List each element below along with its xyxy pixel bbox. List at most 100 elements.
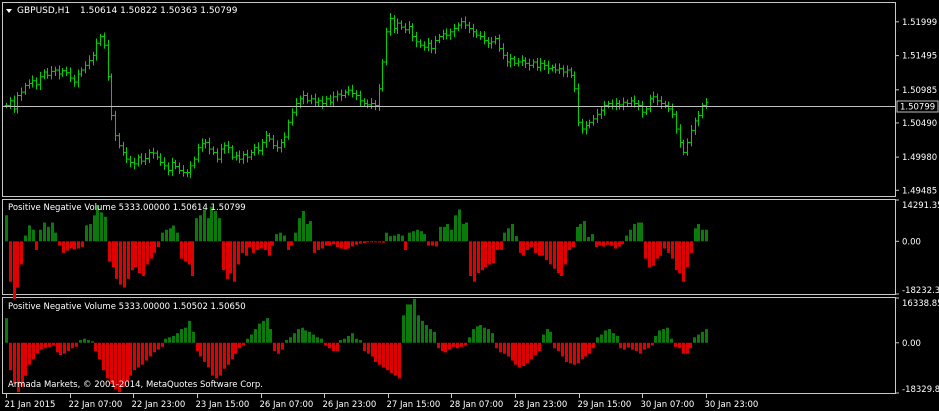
price-bar — [316, 97, 321, 107]
volume-bar — [479, 324, 482, 343]
volume-bar — [146, 241, 149, 265]
volume-bar — [219, 342, 222, 376]
volume-bar — [129, 342, 132, 376]
volume-bar — [339, 340, 342, 343]
volume-bar — [102, 342, 105, 371]
volume-bar — [416, 229, 419, 242]
price-bar — [508, 53, 513, 68]
volume-bar — [196, 342, 199, 351]
price-bar — [245, 149, 250, 163]
volume-bar — [298, 218, 301, 242]
volume-bar — [616, 335, 619, 343]
volume-bar — [366, 241, 369, 243]
price-bar — [678, 124, 683, 148]
price-bar — [523, 57, 528, 69]
price-bar — [587, 119, 592, 129]
volume-bar — [675, 241, 678, 271]
price-bar — [230, 145, 235, 160]
volume-bar — [81, 241, 84, 248]
time-tick-label: 26 Jan 23:00 — [323, 400, 377, 410]
price-bar — [132, 157, 137, 170]
volume-bar — [507, 228, 510, 242]
price-bar — [128, 155, 133, 168]
price-bar — [681, 139, 686, 156]
volume-bar — [382, 241, 385, 243]
volume-bar — [621, 241, 624, 245]
volume-bar — [460, 342, 463, 347]
time-tick-label: 21 Jan 2015 — [5, 400, 56, 410]
volume-bar — [127, 241, 130, 279]
volume-bar — [52, 342, 55, 346]
volume-bar — [542, 334, 545, 343]
price-bar — [614, 98, 619, 111]
volume-bar — [275, 234, 278, 242]
price-bar — [527, 58, 532, 71]
price-bar — [674, 110, 679, 134]
volume-bar — [126, 342, 129, 382]
volume-bar — [693, 337, 696, 343]
price-bar — [497, 34, 502, 52]
volume-bar — [448, 342, 451, 350]
volume-bar — [686, 342, 689, 354]
price-bar — [636, 100, 641, 111]
volume-bar — [481, 241, 484, 271]
volume-bar — [32, 229, 35, 242]
price-bar — [426, 37, 431, 52]
volume-bar — [602, 241, 605, 247]
time-tick-label: 26 Jan 07:00 — [260, 400, 314, 410]
volume-bar — [663, 241, 666, 249]
price-bar — [53, 66, 58, 77]
volume-bar — [577, 342, 580, 364]
volume-bar — [340, 241, 343, 249]
volume-bar — [226, 241, 229, 279]
price-bar — [305, 92, 310, 104]
volume-bar — [659, 241, 662, 256]
volume-bar — [63, 342, 66, 354]
price-tick-label: 1.51999 — [902, 18, 937, 28]
volume-bar — [441, 342, 444, 351]
volume-bar — [701, 331, 704, 343]
volume-bar — [511, 223, 514, 242]
volume-bar — [429, 329, 432, 343]
volume-bar — [549, 241, 552, 265]
volume-bar — [686, 241, 689, 268]
volume-bar — [639, 342, 642, 354]
volume-bar — [576, 226, 579, 242]
volume-bar — [115, 241, 118, 279]
price-tick-label: 1.50985 — [902, 86, 937, 96]
volume-bar — [610, 241, 613, 246]
indicator1-axis: 14291.35 0.00 -18232.35 — [896, 199, 939, 296]
volume-bar — [215, 342, 218, 379]
volume-bar — [367, 342, 370, 354]
volume-bar — [304, 330, 307, 343]
volume-bar — [35, 241, 38, 250]
volume-bar — [541, 241, 544, 256]
indicator1-title: Positive Negative Volume 5333.00000 1.50… — [8, 203, 246, 213]
volume-bar — [363, 241, 366, 244]
volume-bar — [277, 342, 280, 354]
triangle-down-icon[interactable] — [6, 9, 12, 13]
time-tick-label: 22 Jan 07:00 — [69, 400, 123, 410]
price-bar — [27, 79, 32, 89]
volume-bar — [43, 222, 46, 242]
volume-bar — [211, 342, 214, 376]
price-bar — [151, 147, 156, 159]
volume-bar — [285, 340, 288, 343]
price-bar — [68, 67, 73, 83]
price-bar — [301, 90, 306, 105]
volume-bar — [456, 342, 459, 349]
volume-bar — [297, 329, 300, 343]
price-bar — [531, 59, 536, 69]
volume-bar — [332, 342, 335, 351]
price-bar — [632, 95, 637, 108]
price-bar — [358, 90, 363, 107]
volume-bar — [496, 241, 499, 250]
volume-bar — [431, 241, 434, 246]
volume-bar — [199, 342, 202, 357]
volume-bar — [106, 342, 109, 379]
volume-bar — [557, 241, 560, 274]
time-tick-label: 22 Jan 23:00 — [132, 400, 186, 410]
chart-canvas[interactable]: GBPUSD,H1 1.50614 1.50822 1.50363 1.5079… — [0, 0, 939, 411]
price-bar — [433, 35, 438, 54]
volume-bar — [13, 241, 16, 300]
